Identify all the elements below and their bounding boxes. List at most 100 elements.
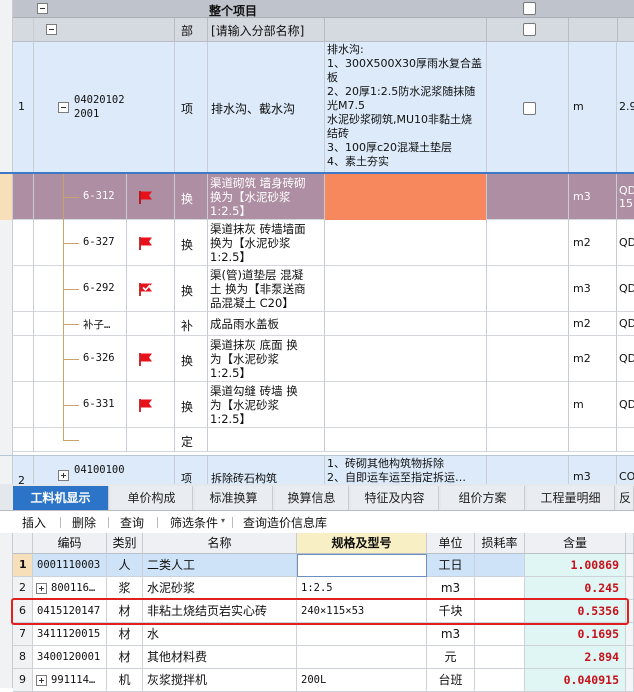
tab-standard-conversion[interactable]: 标准换算 <box>195 486 273 510</box>
resource-cell-category[interactable]: 材 <box>107 623 143 646</box>
flag-check-icon[interactable] <box>138 282 154 296</box>
collapse-section-icon[interactable] <box>46 24 57 35</box>
resource-cell-index[interactable]: 6 <box>13 600 33 623</box>
resource-cell-qty[interactable]: 0.040915 <box>525 669 626 692</box>
chevron-down-icon[interactable]: ▾ <box>221 516 225 525</box>
resource-cell-loss[interactable] <box>475 600 525 623</box>
resource-cell-name[interactable]: 水 <box>143 623 297 646</box>
resource-cell-code[interactable]: 0415120147 <box>33 600 107 623</box>
item-features[interactable]: 排水沟: 1、300X500X30厚雨水复合盖 板 2、20厚1:2.5防水泥浆… <box>327 43 485 169</box>
tab-material-machine[interactable]: 工料机显示 <box>13 486 109 510</box>
sub-row[interactable]: 6-327 换 渠道抹灰 砖墙墙面 换为【水泥砂浆1:2.5】 m2 QDI <box>0 220 634 266</box>
sub-name[interactable]: 渠(管)道垫层 混凝土 换为【非泵送商 品混凝土 C20】 <box>210 268 322 310</box>
resource-cell-category[interactable]: 机 <box>107 669 143 692</box>
resource-cell-qty[interactable]: 0.5356 <box>525 600 626 623</box>
resource-cell-spec[interactable]: 200L <box>297 669 427 692</box>
resource-cell-category[interactable]: 材 <box>107 646 143 669</box>
tab-unit-price[interactable]: 单价构成 <box>111 486 193 510</box>
resource-cell-name[interactable]: 灰浆搅拌机 <box>143 669 297 692</box>
resource-cell-spec[interactable] <box>297 554 427 577</box>
resource-cell-loss[interactable] <box>475 577 525 600</box>
resource-cell-category[interactable]: 浆 <box>107 577 143 600</box>
sub-name[interactable]: 渠道抹灰 底面 换为【水泥砂浆 1:2.5】 <box>210 338 322 380</box>
resource-cell-index[interactable]: 8 <box>13 646 33 669</box>
col-header-loss[interactable]: 损耗率 <box>475 533 525 554</box>
sub-name[interactable]: 渠道砌筑 墙身砖砌 换为【水泥砂浆 1:2.5】 <box>210 176 322 218</box>
resource-cell-unit[interactable]: 台班 <box>427 669 475 692</box>
sub-row[interactable]: 6-326 换 渠道抹灰 底面 换为【水泥砂浆1:2.5】 m2 QDI <box>0 336 634 382</box>
section-name[interactable]: [请输入分部名称] <box>211 22 304 39</box>
resource-cell-code[interactable]: 800116… <box>33 577 107 600</box>
root-checkbox[interactable] <box>523 2 536 15</box>
next-item-name[interactable]: 拆除砖石构筑 <box>211 470 277 484</box>
resource-cell-unit[interactable]: 元 <box>427 646 475 669</box>
resource-cell-name[interactable]: 二类人工 <box>143 554 297 577</box>
next-item-row[interactable]: 2 04100100 项 拆除砖石构筑 1、砖砌其他构筑物拆除 2、自即运车运至… <box>0 455 634 484</box>
col-header-spec[interactable]: 规格及型号 <box>297 533 427 554</box>
resource-cell-unit[interactable]: 千块 <box>427 600 475 623</box>
resource-cell-unit[interactable]: 工日 <box>427 554 475 577</box>
expand-icon[interactable] <box>36 583 47 594</box>
resource-cell-index[interactable]: 7 <box>13 623 33 646</box>
resource-cell-code[interactable]: 991114… <box>33 669 107 692</box>
red-flag-icon[interactable] <box>138 352 154 366</box>
resource-cell-spec[interactable] <box>297 623 427 646</box>
insert-button[interactable]: 插入 <box>22 514 46 531</box>
sub-row[interactable]: 定 <box>0 428 634 452</box>
col-header-category[interactable]: 类别 <box>107 533 143 554</box>
col-header-unit[interactable]: 单位 <box>427 533 475 554</box>
resource-cell-index[interactable]: 9 <box>13 669 33 692</box>
sub-name[interactable]: 渠道抹灰 砖墙墙面 换为【水泥砂浆 1:2.5】 <box>210 222 322 264</box>
tab-quantity-detail[interactable]: 工程量明细 <box>527 486 615 510</box>
resource-cell-name[interactable]: 水泥砂浆 <box>143 577 297 600</box>
col-header-name[interactable]: 名称 <box>143 533 297 554</box>
collapse-root-icon[interactable] <box>37 3 48 14</box>
resource-cell-qty[interactable]: 2.894 <box>525 646 626 669</box>
resource-cell-category[interactable]: 人 <box>107 554 143 577</box>
resource-cell-loss[interactable] <box>475 623 525 646</box>
filter-dropdown[interactable]: 筛选条件 <box>170 514 218 531</box>
tab-pricing-scheme[interactable]: 组价方案 <box>441 486 525 510</box>
tab-features[interactable]: 特征及内容 <box>351 486 439 510</box>
col-header-qty[interactable]: 含量 <box>525 533 626 554</box>
resource-cell-index[interactable]: 1 <box>13 554 33 577</box>
item-name[interactable]: 排水沟、截水沟 <box>211 100 295 117</box>
resource-cell-spec[interactable]: 1:2.5 <box>297 577 427 600</box>
resource-cell-unit[interactable]: m3 <box>427 577 475 600</box>
resource-cell-loss[interactable] <box>475 554 525 577</box>
query-button[interactable]: 查询 <box>120 514 144 531</box>
item-row[interactable]: 1 04020102 2001 项 排水沟、截水沟 排水沟: 1、300X500… <box>0 42 634 174</box>
expand-icon[interactable] <box>36 675 47 686</box>
red-flag-icon[interactable] <box>138 190 154 204</box>
item-checkbox[interactable] <box>523 102 536 115</box>
expand-next-item-icon[interactable] <box>58 470 69 481</box>
resource-cell-code[interactable]: 3400120001 <box>33 646 107 669</box>
resource-cell-code[interactable]: 0001110003 <box>33 554 107 577</box>
sub-name[interactable]: 渠道勾缝 砖墙 换为【水泥砂浆 1:2.5】 <box>210 384 322 426</box>
features-cell-editing[interactable] <box>325 174 486 220</box>
tab-more[interactable]: 反 <box>617 486 634 510</box>
resource-cell-name[interactable]: 非粘土烧结页岩实心砖 <box>143 600 297 623</box>
section-checkbox[interactable] <box>523 23 536 36</box>
price-db-button[interactable]: 查询造价信息库 <box>243 514 327 531</box>
red-flag-icon[interactable] <box>138 236 154 250</box>
resource-cell-index[interactable]: 2 <box>13 577 33 600</box>
root-row[interactable]: 整个项目 <box>13 0 634 18</box>
tab-conversion-info[interactable]: 换算信息 <box>275 486 349 510</box>
next-item-features[interactable]: 1、砖砌其他构筑物拆除 2、自即运车运至指定拆运… <box>327 457 485 484</box>
resource-cell-code[interactable]: 3411120015 <box>33 623 107 646</box>
resource-cell-qty[interactable]: 0.245 <box>525 577 626 600</box>
section-row[interactable]: 部 [请输入分部名称] <box>13 18 634 42</box>
col-header-code[interactable]: 编码 <box>33 533 107 554</box>
resource-cell-unit[interactable]: m3 <box>427 623 475 646</box>
red-flag-icon[interactable] <box>138 398 154 412</box>
resource-cell-spec[interactable] <box>297 646 427 669</box>
sub-name[interactable]: 成品雨水盖板 <box>210 317 322 331</box>
resource-cell-loss[interactable] <box>475 669 525 692</box>
resource-cell-qty[interactable]: 0.1695 <box>525 623 626 646</box>
delete-button[interactable]: 删除 <box>72 514 96 531</box>
sub-row[interactable]: 补子… 补 成品雨水盖板 m2 QDI <box>0 312 634 336</box>
collapse-item-icon[interactable] <box>58 102 69 113</box>
resource-cell-category[interactable]: 材 <box>107 600 143 623</box>
sub-row[interactable]: 6-331 换 渠道勾缝 砖墙 换为【水泥砂浆1:2.5】 m QDI <box>0 382 634 428</box>
